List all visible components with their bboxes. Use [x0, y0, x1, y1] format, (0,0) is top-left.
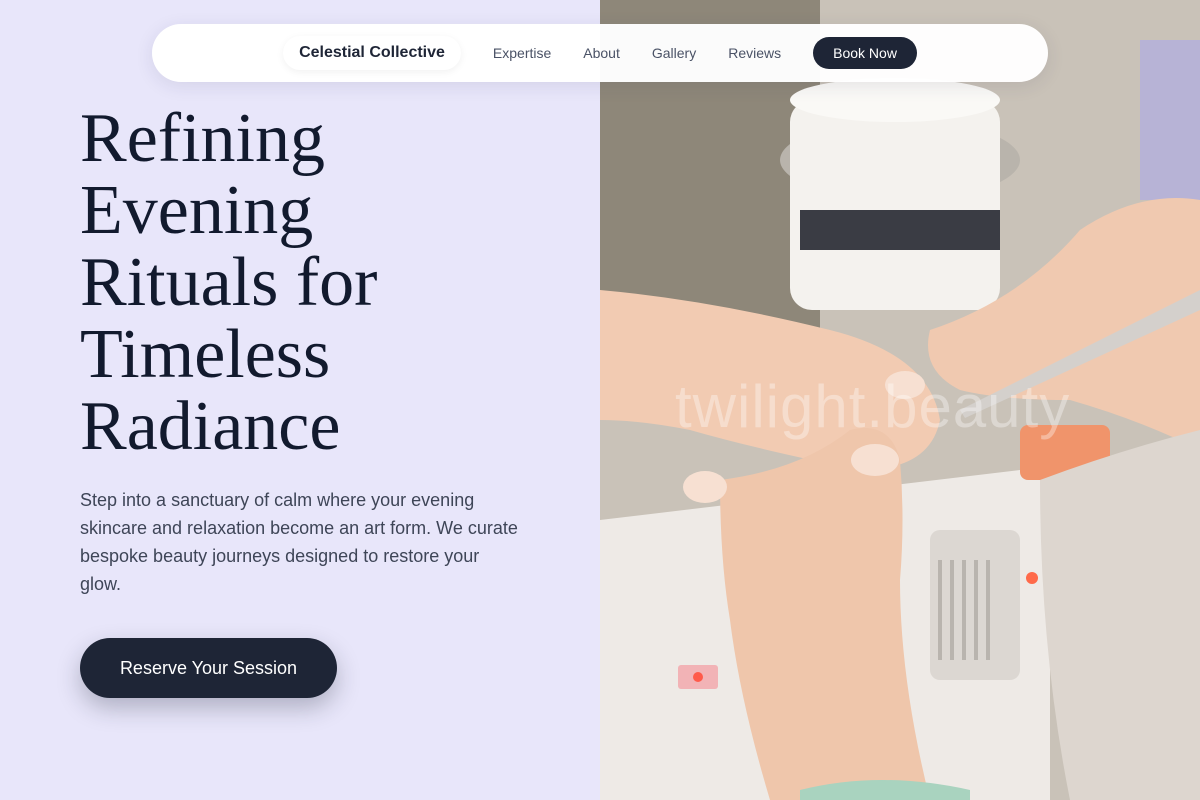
headline-line: Radiance	[80, 388, 341, 465]
headline-line: Timeless	[80, 316, 331, 393]
nav-link-expertise[interactable]: Expertise	[493, 45, 551, 61]
top-navigation: Celestial Collective Expertise About Gal…	[152, 24, 1048, 82]
book-now-button[interactable]: Book Now	[813, 37, 917, 69]
headline-line: Refining	[80, 100, 325, 177]
nav-link-gallery[interactable]: Gallery	[652, 45, 696, 61]
brand-logo[interactable]: Celestial Collective	[283, 36, 461, 70]
nav-link-about[interactable]: About	[583, 45, 620, 61]
nav-link-reviews[interactable]: Reviews	[728, 45, 781, 61]
headline-line: Rituals for	[80, 244, 378, 321]
hero-intro-text: Step into a sanctuary of calm where your…	[80, 490, 518, 594]
headline-line: Evening	[80, 172, 314, 249]
reserve-session-button[interactable]: Reserve Your Session	[80, 638, 337, 698]
manicure-photo: twilight.beauty	[600, 0, 1200, 800]
photo-watermark: twilight.beauty	[675, 373, 1071, 440]
hero-headline: Refining Evening Rituals for Timeless Ra…	[80, 103, 580, 463]
